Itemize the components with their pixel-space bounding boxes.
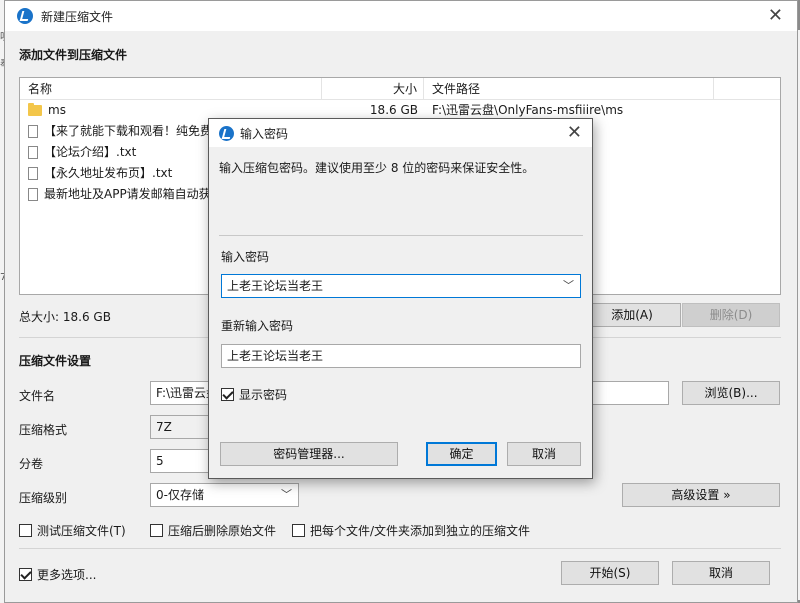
app-logo-icon — [17, 8, 33, 24]
add-button[interactable]: 添加(A) — [583, 303, 681, 327]
level-value: 0-仅存储 — [156, 488, 204, 502]
dialog-cancel-button[interactable]: 取消 — [507, 442, 581, 466]
delete-button[interactable]: 删除(D) — [682, 303, 780, 327]
file-name: 【永久地址发布页】.txt — [44, 166, 173, 180]
document-icon — [28, 188, 38, 201]
dialog-title: 输入密码 — [240, 126, 289, 141]
column-size[interactable]: 大小 — [322, 78, 424, 99]
file-name: 【来了就能下载和观看！纯免费 — [44, 124, 213, 138]
level-select[interactable]: 0-仅存储 ﹀ — [150, 483, 299, 507]
volume-input[interactable]: 5 — [150, 449, 210, 473]
test-archive-checkbox[interactable]: 测试压缩文件(T) — [19, 522, 126, 539]
file-name: ms — [48, 103, 66, 117]
document-icon — [28, 167, 38, 180]
volume-label: 分卷 — [19, 457, 44, 471]
checkbox-label: 把每个文件/文件夹添加到独立的压缩文件 — [310, 524, 531, 538]
confirm-password-label: 重新输入密码 — [221, 319, 294, 333]
file-list-header: 名称 大小 文件路径 — [20, 78, 780, 100]
archive-settings-label: 压缩文件设置 — [19, 354, 92, 368]
start-button[interactable]: 开始(S) — [561, 561, 659, 585]
close-icon[interactable]: ✕ — [567, 122, 582, 143]
column-name[interactable]: 名称 — [20, 78, 322, 99]
level-label: 压缩级别 — [19, 491, 68, 505]
checkbox-box — [150, 524, 163, 537]
checkbox-label: 压缩后删除原始文件 — [168, 524, 277, 538]
format-select[interactable]: 7Z — [150, 415, 210, 439]
confirm-password-input[interactable]: 上老王论坛当老王 — [221, 344, 581, 368]
format-label: 压缩格式 — [19, 423, 68, 437]
more-options-checkbox[interactable]: 更多选项... — [19, 566, 96, 583]
dialog-description: 输入压缩包密码。建议使用至少 8 位的密码来保证安全性。 — [219, 161, 535, 175]
password-value: 上老王论坛当老王 — [227, 279, 324, 293]
cancel-button[interactable]: 取消 — [672, 561, 770, 585]
delete-after-checkbox[interactable]: 压缩后删除原始文件 — [150, 522, 276, 539]
password-dialog: 输入密码 ✕ 输入压缩包密码。建议使用至少 8 位的密码来保证安全性。 输入密码… — [208, 118, 593, 479]
checkbox-box — [221, 388, 234, 401]
add-files-section-label: 添加文件到压缩文件 — [19, 48, 128, 62]
checkbox-box — [292, 524, 305, 537]
dialog-titlebar: 输入密码 ✕ — [209, 119, 592, 147]
file-name: 最新地址及APP请发邮箱自动获 — [44, 187, 211, 201]
window-title: 新建压缩文件 — [41, 9, 114, 24]
chevron-down-icon[interactable]: ﹀ — [563, 275, 574, 297]
filename-label: 文件名 — [19, 389, 56, 403]
advanced-settings-button[interactable]: 高级设置 » — [622, 483, 780, 507]
column-path[interactable]: 文件路径 — [424, 78, 714, 99]
checkbox-box — [19, 568, 32, 581]
window-titlebar: 新建压缩文件 ✕ — [5, 1, 797, 31]
browse-button[interactable]: 浏览(B)... — [682, 381, 780, 405]
document-icon — [28, 146, 38, 159]
checkbox-label: 更多选项... — [37, 568, 97, 582]
ok-button[interactable]: 确定 — [426, 442, 497, 466]
close-icon[interactable]: ✕ — [768, 5, 783, 26]
password-input[interactable]: 上老王论坛当老王 ﹀ — [221, 274, 581, 298]
password-manager-button[interactable]: 密码管理器... — [220, 442, 398, 466]
document-icon — [28, 125, 38, 138]
checkbox-label: 测试压缩文件(T) — [37, 524, 126, 538]
checkbox-box — [19, 524, 32, 537]
show-password-checkbox[interactable]: 显示密码 — [221, 386, 287, 403]
folder-icon — [28, 103, 42, 116]
checkbox-label: 显示密码 — [239, 388, 288, 402]
divider — [219, 235, 583, 236]
divider — [19, 548, 781, 549]
file-name: 【论坛介绍】.txt — [44, 145, 137, 159]
separate-archives-checkbox[interactable]: 把每个文件/文件夹添加到独立的压缩文件 — [292, 522, 530, 539]
total-size-label: 总大小: 18.6 GB — [19, 310, 111, 324]
chevron-down-icon: ﹀ — [281, 488, 292, 501]
password-label: 输入密码 — [221, 250, 270, 264]
app-logo-icon — [219, 125, 234, 141]
